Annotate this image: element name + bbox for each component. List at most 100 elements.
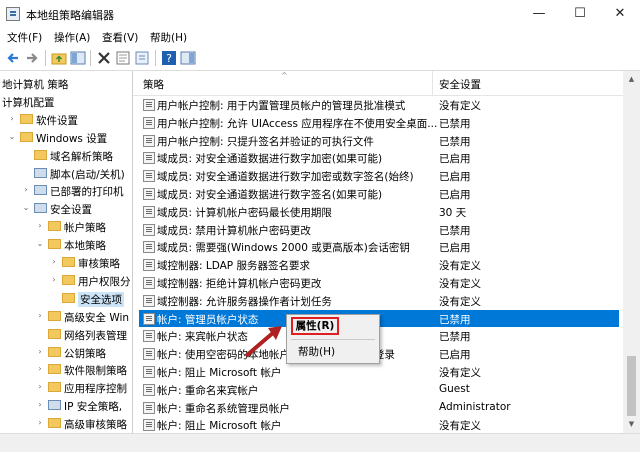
security-setting: 已禁用 bbox=[439, 331, 471, 344]
table-row[interactable]: 域控制器: LDAP 服务器签名要求 没有定义 bbox=[139, 256, 619, 274]
policy-icon bbox=[143, 366, 155, 378]
menu-view[interactable]: 查看(V) bbox=[102, 30, 138, 45]
show-tree-icon[interactable] bbox=[70, 50, 86, 66]
tree-item-label: 网络列表管理 bbox=[64, 329, 127, 342]
table-row[interactable]: 用户帐户控制: 用于内置管理员帐户的管理员批准模式 没有定义 bbox=[139, 96, 619, 114]
tree-item[interactable]: › 已部署的打印机 bbox=[0, 182, 132, 199]
node-icon bbox=[34, 203, 47, 214]
table-row[interactable]: 用户帐户控制: 允许 UIAccess 应用程序在不使用安全桌面... 已禁用 bbox=[139, 114, 619, 132]
expand-chevron-icon[interactable]: › bbox=[36, 365, 44, 373]
policy-icon bbox=[143, 383, 155, 396]
node-icon bbox=[48, 400, 61, 411]
close-button[interactable]: ✕ bbox=[600, 0, 640, 28]
tree-item[interactable]: › 高级审核策略 bbox=[0, 415, 132, 432]
maximize-button[interactable]: ☐ bbox=[560, 0, 600, 28]
expand-chevron-icon[interactable]: › bbox=[50, 275, 58, 284]
table-row[interactable]: 域成员: 禁用计算机帐户密码更改 已禁用 bbox=[139, 221, 619, 239]
minimize-button[interactable]: — bbox=[519, 0, 559, 28]
vertical-scrollbar[interactable]: ▲ ▼ bbox=[623, 71, 640, 433]
delete-icon[interactable] bbox=[96, 50, 112, 66]
tree-item[interactable]: 地计算机 策略 bbox=[0, 75, 132, 92]
scroll-down-icon[interactable]: ▼ bbox=[623, 416, 640, 433]
tree-item[interactable]: 域名解析策略 bbox=[0, 147, 132, 164]
tree-item[interactable]: ⌄ Windows 设置 bbox=[0, 129, 132, 146]
tree-item[interactable]: ⌄ 安全设置 bbox=[0, 200, 132, 217]
tree-item[interactable]: › 用户权限分 bbox=[0, 272, 132, 289]
tree-item[interactable]: › 审核策略 bbox=[0, 254, 132, 271]
policy-name: 用户帐户控制: 用于内置管理员帐户的管理员批准模式 bbox=[157, 100, 406, 112]
back-arrow-icon[interactable] bbox=[5, 50, 21, 66]
tree-item[interactable]: › IP 安全策略, bbox=[0, 397, 132, 414]
context-menu-separator bbox=[291, 339, 375, 340]
console-icon[interactable] bbox=[180, 50, 196, 66]
scroll-up-icon[interactable]: ▲ bbox=[623, 71, 640, 88]
header-policy[interactable]: 策略 bbox=[143, 77, 164, 92]
menu-help[interactable]: 帮助(H) bbox=[150, 30, 187, 45]
tree-item-label: 安全设置 bbox=[50, 204, 92, 217]
header-setting[interactable]: 安全设置 bbox=[439, 77, 481, 92]
expand-chevron-icon[interactable]: › bbox=[50, 258, 58, 266]
tree-item[interactable]: ⌄ 本地策略 bbox=[0, 236, 132, 253]
context-menu-properties[interactable]: 属性(R) bbox=[291, 317, 339, 335]
tree-item[interactable]: › 公钥策略 bbox=[0, 344, 132, 361]
header-divider[interactable] bbox=[432, 71, 433, 95]
tree-item[interactable]: 计算机配置 bbox=[0, 93, 132, 110]
properties-icon[interactable] bbox=[115, 50, 131, 66]
expand-chevron-icon[interactable]: › bbox=[22, 186, 30, 194]
tree-item[interactable]: › 高级安全 Win bbox=[0, 308, 132, 325]
security-setting: 没有定义 bbox=[439, 100, 481, 112]
folder-icon bbox=[48, 310, 61, 321]
policy-icon bbox=[143, 205, 155, 218]
tree-item[interactable]: 网络列表管理 bbox=[0, 326, 132, 343]
scroll-thumb[interactable] bbox=[627, 356, 636, 416]
table-row[interactable]: 帐户: 阻止 Microsoft 帐户 没有定义 bbox=[139, 416, 619, 433]
tree-item[interactable]: › 应用程序控制 bbox=[0, 379, 132, 396]
export-icon[interactable] bbox=[134, 50, 150, 66]
expand-chevron-icon[interactable]: › bbox=[36, 347, 44, 356]
policy-icon bbox=[143, 134, 155, 147]
table-row[interactable]: 域成员: 对安全通道数据进行数字加密(如果可能) 已启用 bbox=[139, 149, 619, 167]
policy-icon bbox=[143, 170, 155, 183]
policy-name: 域成员: 禁用计算机帐户密码更改 bbox=[157, 224, 311, 237]
expand-chevron-icon[interactable]: › bbox=[36, 222, 44, 230]
expand-chevron-icon[interactable]: › bbox=[36, 383, 44, 391]
tree-item[interactable]: › 软件设置 bbox=[0, 111, 132, 128]
tree-item-label: 公钥策略 bbox=[64, 347, 106, 360]
horizontal-scrollbar[interactable] bbox=[0, 433, 640, 452]
table-row[interactable]: 域成员: 对安全通道数据进行数字加密或数字签名(始终) 已启用 bbox=[139, 167, 619, 185]
tree-item[interactable]: › 软件限制策略 bbox=[0, 361, 132, 378]
expand-chevron-icon[interactable]: › bbox=[36, 311, 44, 320]
expand-chevron-icon[interactable]: › bbox=[36, 401, 44, 409]
table-row[interactable]: 域成员: 对安全通道数据进行数字签名(如果可能) 已启用 bbox=[139, 185, 619, 203]
navigation-tree: 地计算机 策略 计算机配置 › 软件设置 ⌄ Windows 设置 域名解析策略 脚本(启动/… bbox=[0, 71, 133, 433]
table-row[interactable]: 域控制器: 拒绝计算机帐户密码更改 没有定义 bbox=[139, 274, 619, 292]
menu-action[interactable]: 操作(A) bbox=[54, 30, 90, 45]
expand-chevron-icon[interactable]: › bbox=[8, 114, 16, 123]
table-row[interactable]: 帐户: 重命名系统管理员帐户 Administrator bbox=[139, 399, 619, 417]
tree-item[interactable]: 脚本(启动/关机) bbox=[0, 165, 132, 182]
security-setting: 已禁用 bbox=[439, 135, 471, 148]
policy-name: 域控制器: LDAP 服务器签名要求 bbox=[157, 260, 310, 273]
tree-item[interactable]: 安全选项 bbox=[0, 290, 132, 307]
expand-chevron-icon[interactable]: › bbox=[36, 419, 44, 427]
help-icon[interactable]: ? bbox=[161, 50, 177, 66]
table-row[interactable]: 域成员: 需要强(Windows 2000 或更高版本)会话密钥 已启用 bbox=[139, 238, 619, 256]
toolbar: ? bbox=[0, 46, 640, 71]
menu-file[interactable]: 文件(F) bbox=[7, 30, 42, 45]
table-row[interactable]: 用户帐户控制: 只提升签名并验证的可执行文件 已禁用 bbox=[139, 132, 619, 150]
tree-item[interactable]: › 帐户策略 bbox=[0, 218, 132, 235]
context-menu-help[interactable]: 帮助(H) bbox=[298, 344, 335, 359]
collapse-chevron-icon[interactable]: ⌄ bbox=[36, 240, 44, 248]
tree-item-label: 高级审核策略 bbox=[64, 419, 127, 432]
policy-icon bbox=[143, 99, 155, 111]
table-row[interactable]: 帐户: 阻止 Microsoft 帐户 没有定义 bbox=[139, 363, 619, 381]
policy-icon bbox=[143, 330, 155, 343]
table-row[interactable]: 域成员: 计算机帐户密码最长使用期限 30 天 bbox=[139, 203, 619, 221]
table-row[interactable]: 帐户: 重命名来宾帐户 Guest bbox=[139, 381, 619, 399]
list-header: 策略 ^ 安全设置 bbox=[133, 71, 623, 96]
collapse-chevron-icon[interactable]: ⌄ bbox=[22, 204, 30, 212]
forward-arrow-icon[interactable] bbox=[24, 50, 40, 66]
table-row[interactable]: 域控制器: 允许服务器操作者计划任务 没有定义 bbox=[139, 292, 619, 310]
up-folder-icon[interactable] bbox=[51, 50, 67, 66]
collapse-chevron-icon[interactable]: ⌄ bbox=[8, 132, 16, 141]
